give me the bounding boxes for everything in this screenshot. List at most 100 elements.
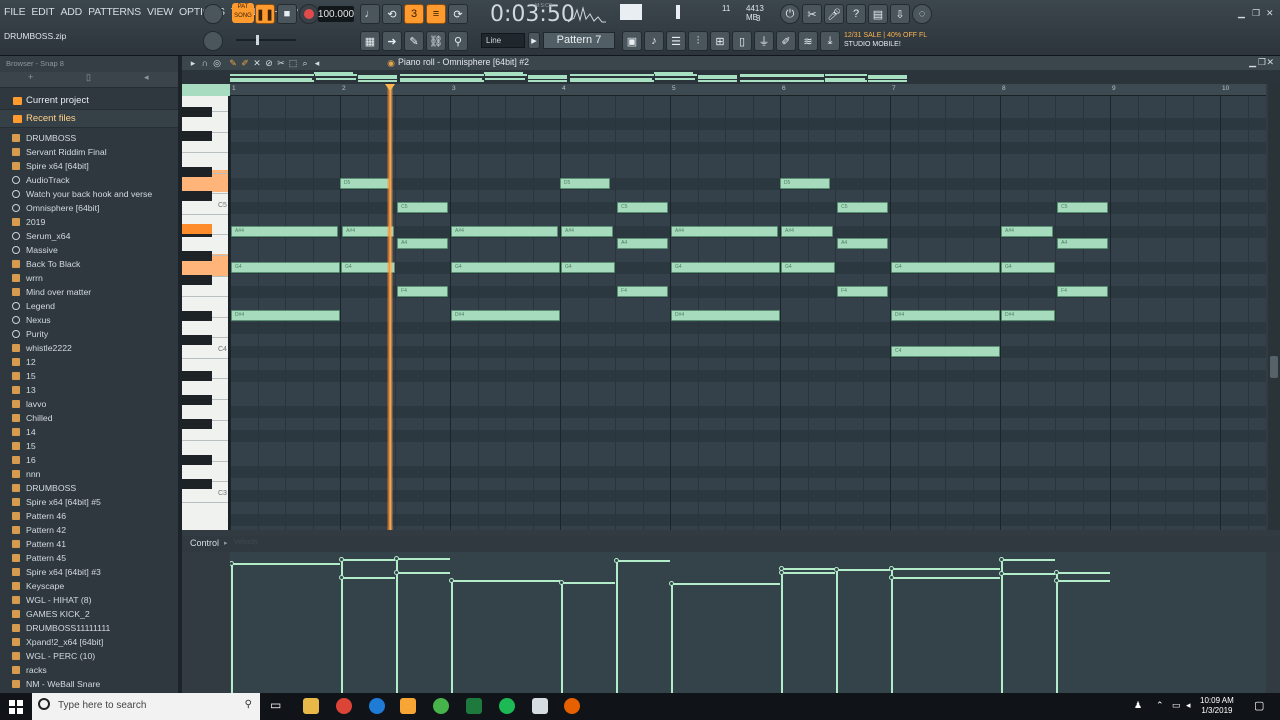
note[interactable]: F4 [617,286,668,297]
velocity-bar[interactable] [671,583,780,586]
plugin-picker-icon[interactable]: ✂ [802,4,822,24]
loop-record-button[interactable]: ⟳ [448,4,468,24]
menu-arrow-icon[interactable]: ▸ [188,58,198,68]
tray-chevron-icon[interactable]: ⌃ [1156,700,1164,711]
notifications-icon[interactable]: ▢ [1254,699,1264,712]
active-black-key[interactable] [182,224,212,234]
velocity-stem[interactable] [781,571,783,693]
note[interactable]: F4 [837,286,888,297]
velocity-handle[interactable] [394,569,399,575]
record-button[interactable] [299,4,319,24]
paint-tool-icon[interactable]: ✐ [240,58,250,68]
pencil-icon[interactable]: ✎ [404,31,424,51]
people-icon[interactable]: ♟ [1134,700,1142,711]
velocity-bar[interactable] [891,577,1000,580]
utorrent-icon[interactable] [433,698,449,714]
black-key[interactable] [182,311,212,321]
velocity-stem[interactable] [396,571,398,693]
browser-item[interactable]: 14 [0,425,178,439]
minimize-icon[interactable]: ▁ [1238,8,1245,19]
delete-tool-icon[interactable]: ✕ [252,58,262,68]
browser-speaker-icon[interactable]: ◂ [144,72,149,83]
velocity-handle[interactable] [339,557,344,563]
black-key[interactable] [182,395,212,405]
windows-start-button[interactable] [0,693,32,720]
metronome-button[interactable]: ♩ [360,4,380,24]
mute-tool-icon[interactable]: ⊘ [264,58,274,68]
magnet-icon[interactable]: ∩ [200,58,210,68]
browser-item[interactable]: Chilled [0,411,178,425]
task-view-icon[interactable]: ▭ [270,698,286,714]
master-volume-knob[interactable] [203,4,223,24]
vertical-scrollbar[interactable] [1268,84,1280,530]
taskbar-search-box[interactable]: Type here to search ⚲ [32,693,260,720]
browser-item[interactable]: Nexus [0,313,178,327]
velocity-bar[interactable] [1001,559,1055,562]
target-icon[interactable]: ◉ [386,58,396,68]
system-clock[interactable]: 10:09 AM 1/3/2019 [1200,696,1234,716]
velocity-handle[interactable] [999,557,1004,563]
save-icon[interactable]: ▤ [868,4,888,24]
menu-add[interactable]: ADD [61,6,83,18]
browser-file-icon[interactable]: ▯ [86,72,91,83]
velocity-bar[interactable] [1001,573,1055,576]
equalizer-icon[interactable]: ⫶ [688,31,708,51]
note[interactable]: C4 [891,346,1000,357]
stop-button[interactable]: ■ [277,4,297,24]
velocity-editor[interactable] [230,552,1266,693]
velocity-handle[interactable] [1054,569,1059,575]
velocity-bar[interactable] [341,577,395,580]
browser-item[interactable]: DRUMBOSS [0,131,178,145]
browser-item[interactable]: AudioTrack [0,173,178,187]
microphone-icon[interactable]: ⚲ [245,699,252,710]
black-key[interactable] [182,131,212,141]
pr-close-icon[interactable]: ✕ [1266,57,1274,68]
tempo-display[interactable]: 100.000 [318,6,354,22]
excel-icon[interactable] [466,698,482,714]
velocity-bar[interactable] [891,567,1000,570]
app-icon[interactable] [532,698,548,714]
note[interactable]: F4 [397,286,448,297]
velocity-stem[interactable] [616,560,618,693]
velocity-bar[interactable] [341,559,395,562]
browser-item[interactable]: NM - WeBall Snare [0,677,178,691]
pattern-prev-button[interactable]: ▸ [528,32,540,49]
velocity-bar[interactable] [396,557,450,560]
help-icon[interactable]: ? [846,4,866,24]
select-tool-icon[interactable]: ⬚ [288,58,298,68]
velocity-stem[interactable] [1056,580,1058,693]
browser-category-current-project[interactable]: Current project [0,92,178,110]
pr-minimize-icon[interactable]: ▁ [1249,57,1256,68]
draw-tool-icon[interactable]: ✎ [228,58,238,68]
browser-item[interactable]: wrrn [0,271,178,285]
note[interactable]: A#4 [1001,226,1053,237]
arrow-right-icon[interactable]: ➜ [382,31,402,51]
channel-rack-icon[interactable]: ▣ [622,31,642,51]
velocity-handle[interactable] [559,579,564,585]
note[interactable]: D#4 [451,310,560,321]
pause-button[interactable]: ❚❚ [255,4,275,24]
browser-item[interactable]: Omnisphere [64bit] [0,201,178,215]
browser-item[interactable]: GAMES KICK_2 [0,607,178,621]
velocity-bar[interactable] [836,568,890,571]
menu-view[interactable]: VIEW [147,6,173,18]
note[interactable]: G4 [561,262,615,273]
browser-item[interactable]: whistle2222 [0,341,178,355]
velocity-handle[interactable] [339,575,344,581]
browser-item[interactable]: Servant Riddim Final [0,145,178,159]
velocity-handle[interactable] [230,561,234,567]
file-icon[interactable]: ▯ [732,31,752,51]
note[interactable]: D#4 [231,310,340,321]
speaker-tool-icon[interactable]: ◂ [312,58,322,68]
browser-item[interactable]: Mind over matter [0,285,178,299]
file-explorer-icon[interactable] [303,698,319,714]
volume-icon[interactable]: ◂ [1186,700,1191,711]
browser-item[interactable]: Pattern 45 [0,551,178,565]
velocity-bar[interactable] [451,580,560,583]
velocity-stem[interactable] [1001,573,1003,693]
pattern-overview-strip[interactable] [182,70,1280,84]
close-icon[interactable]: ✕ [1266,8,1274,19]
velocity-stem[interactable] [836,568,838,693]
snap-icon[interactable]: ◎ [212,58,222,68]
step-edit-button[interactable]: ≡ [426,4,446,24]
